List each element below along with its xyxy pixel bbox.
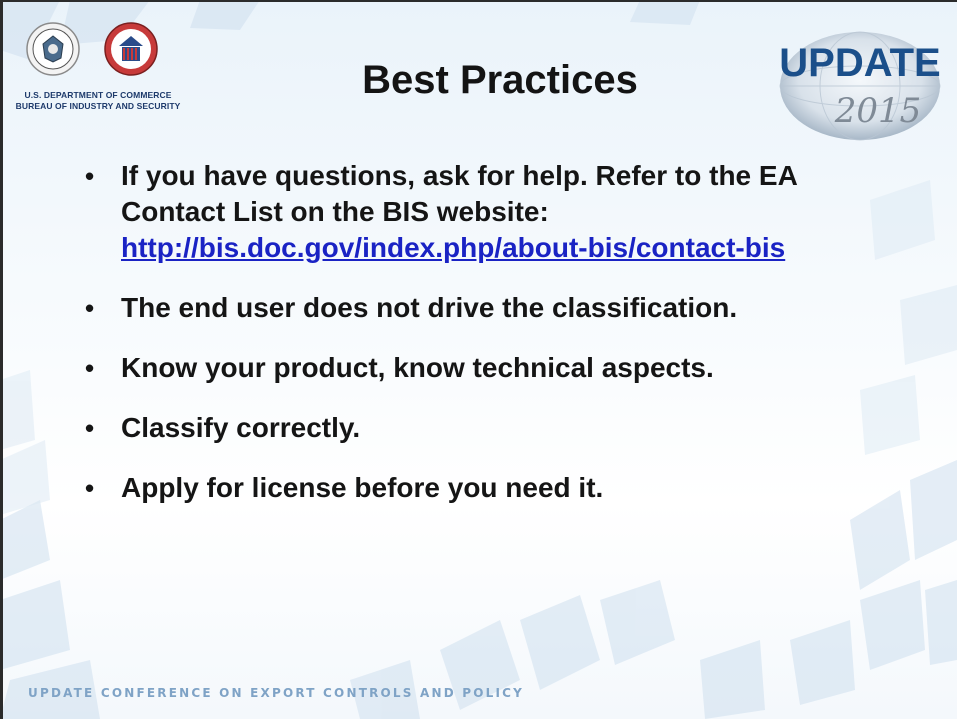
bullet-text: Know your product, know technical aspect… xyxy=(121,352,714,383)
bullet-item: • Know your product, know technical aspe… xyxy=(83,350,883,386)
conference-footer: UPDATE CONFERENCE ON EXPORT CONTROLS AND… xyxy=(28,686,525,700)
department-name: U.S. DEPARTMENT OF COMMERCE BUREAU OF IN… xyxy=(8,90,188,112)
bullet-item: • Apply for license before you need it. xyxy=(83,470,883,506)
department-line-1: U.S. DEPARTMENT OF COMMERCE xyxy=(24,90,172,100)
update-word: UPDATE xyxy=(779,41,940,85)
bullet-text: The end user does not drive the classifi… xyxy=(121,292,738,323)
update-year: 2015 xyxy=(834,91,922,131)
slide: U.S. DEPARTMENT OF COMMERCE BUREAU OF IN… xyxy=(0,0,957,719)
bullet-dot-icon: • xyxy=(85,473,95,503)
bullet-text: If you have questions, ask for help. Ref… xyxy=(121,160,797,227)
department-seal-icon xyxy=(26,22,80,76)
slide-title: Best Practices xyxy=(362,58,638,102)
bullet-dot-icon: • xyxy=(85,161,95,191)
bullet-item: • If you have questions, ask for help. R… xyxy=(83,158,883,266)
bullet-item: • The end user does not drive the classi… xyxy=(83,290,883,326)
bullet-dot-icon: • xyxy=(85,293,95,323)
bullet-dot-icon: • xyxy=(85,413,95,443)
bullet-item: • Classify correctly. xyxy=(83,410,883,446)
bullet-text: Apply for license before you need it. xyxy=(121,472,604,503)
update-2015-logo: UPDATE 2015 xyxy=(779,31,941,141)
department-line-2: BUREAU OF INDUSTRY AND SECURITY xyxy=(15,101,181,111)
bullet-text: Classify correctly. xyxy=(121,412,361,443)
bullet-dot-icon: • xyxy=(85,353,95,383)
bis-seal-icon xyxy=(104,22,158,76)
bis-contact-link[interactable]: http://bis.doc.gov/index.php/about-bis/c… xyxy=(121,232,785,263)
commerce-logo-area: U.S. DEPARTMENT OF COMMERCE BUREAU OF IN… xyxy=(8,22,188,122)
frame-top-border xyxy=(0,0,957,2)
frame-left-border xyxy=(0,0,3,719)
bullet-list: • If you have questions, ask for help. R… xyxy=(83,158,883,530)
